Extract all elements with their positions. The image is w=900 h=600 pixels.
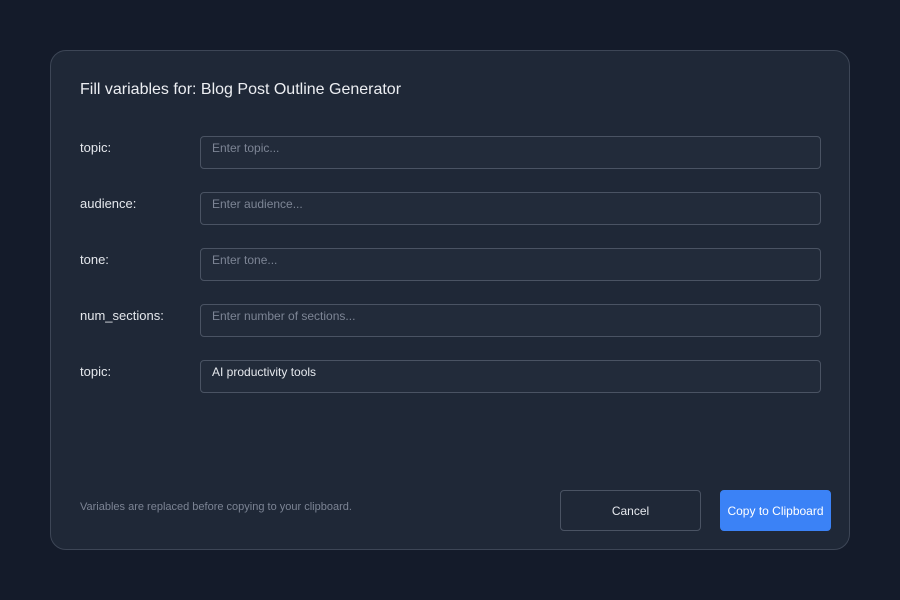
cancel-button[interactable]: Cancel xyxy=(560,490,701,531)
field-label-topic-filled: topic: xyxy=(80,364,112,379)
audience-input[interactable] xyxy=(200,192,821,225)
field-label-topic: topic: xyxy=(80,140,112,155)
topic-input-filled[interactable] xyxy=(200,360,821,393)
topic-input[interactable] xyxy=(200,136,821,169)
dialog-title: Fill variables for: Blog Post Outline Ge… xyxy=(80,81,402,98)
tone-input[interactable] xyxy=(200,248,821,281)
copy-to-clipboard-button[interactable]: Copy to Clipboard xyxy=(720,490,831,531)
field-label-tone: tone: xyxy=(80,252,109,267)
field-label-audience: audience: xyxy=(80,196,137,211)
footer-note: Variables are replaced before copying to… xyxy=(80,501,352,513)
field-label-num-sections: num_sections: xyxy=(80,308,164,323)
fill-variables-dialog: Fill variables for: Blog Post Outline Ge… xyxy=(50,50,850,550)
num-sections-input[interactable] xyxy=(200,304,821,337)
